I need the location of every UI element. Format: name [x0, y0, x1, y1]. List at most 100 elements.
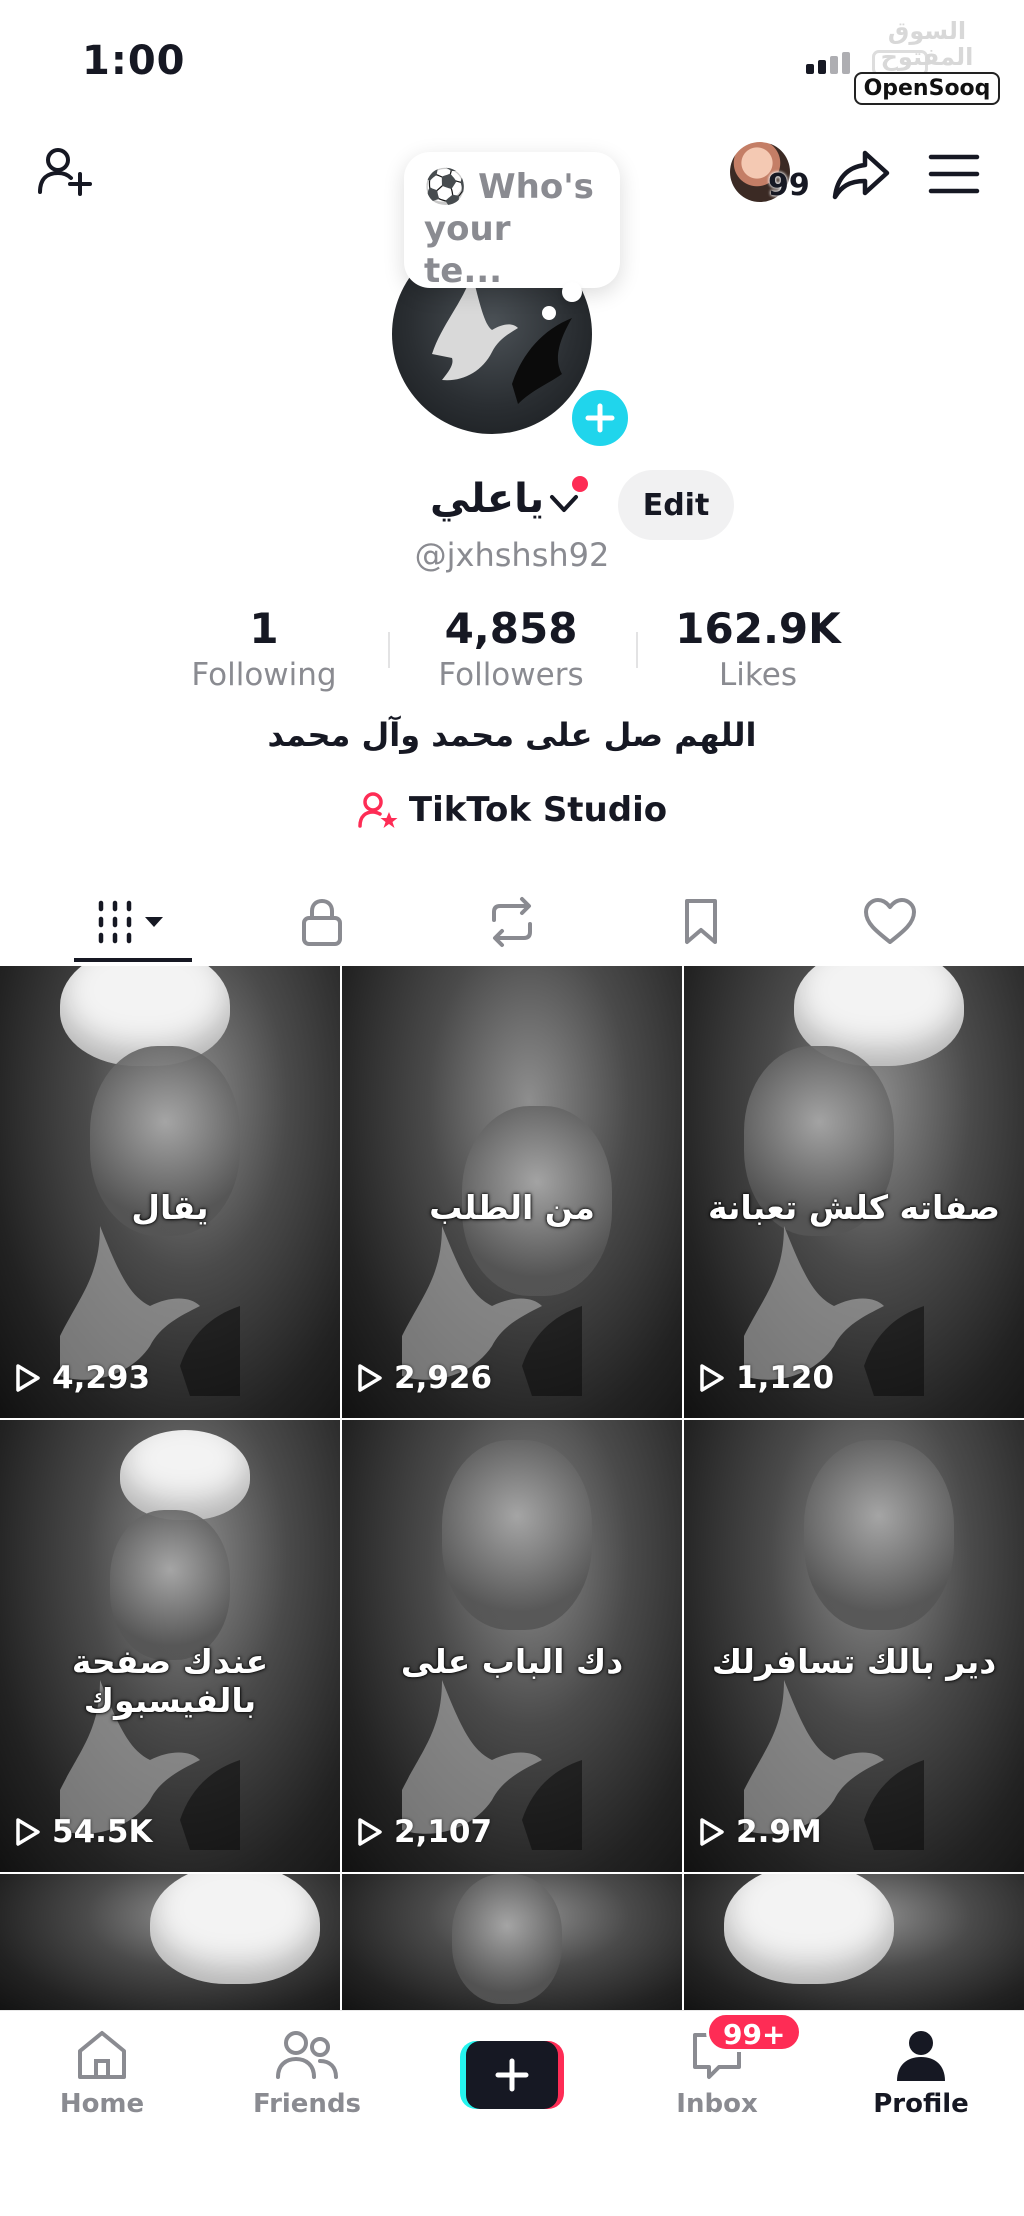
video-tile[interactable]: دك الباب على 2,107 [342, 1420, 682, 1872]
repost-icon [492, 897, 532, 947]
profile-name[interactable]: ياعلي [430, 476, 544, 522]
stat-followers-value: 4,858 [444, 604, 578, 653]
video-views: 4,293 [14, 1360, 150, 1396]
profile-tabs [0, 880, 1024, 964]
bookmark-icon [685, 899, 717, 944]
edit-profile-button[interactable]: Edit [618, 470, 734, 540]
create-button-core [466, 2041, 558, 2109]
tab-favorites[interactable] [641, 880, 761, 964]
share-button[interactable] [826, 140, 896, 210]
stat-following-label: Following [191, 657, 337, 693]
play-icon [700, 1818, 724, 1846]
thumbnail-face [452, 1874, 562, 2004]
video-caption: صفاته كلش تعبانة [707, 1188, 1000, 1227]
bottom-navigation: Home Friends Inbox Profile [0, 2010, 1024, 2216]
video-views-count: 4,293 [52, 1360, 151, 1396]
status-bubble-text: ⚽ Who's your te... [424, 167, 594, 291]
lock-icon [302, 898, 342, 946]
hamburger-icon [928, 154, 980, 194]
video-caption: من الطلب [429, 1188, 595, 1227]
nav-home-label: Home [59, 2089, 145, 2119]
stat-followers[interactable]: 4,858 Followers [411, 604, 611, 693]
plus-icon [585, 403, 615, 433]
studio-person-star-icon [358, 792, 398, 828]
stat-likes-label: Likes [719, 657, 797, 693]
thumbnail-face [442, 1440, 592, 1630]
video-caption: دك الباب على [400, 1642, 624, 1681]
nav-friends[interactable]: Friends [232, 2027, 382, 2119]
active-tab-indicator [74, 958, 192, 962]
nav-profile-label: Profile [873, 2089, 969, 2119]
video-tile[interactable]: يقال 4,293 [0, 966, 340, 1418]
profile-username: @jxhshsh92 [414, 536, 610, 574]
friends-icon [276, 2031, 338, 2079]
video-views: 2,926 [356, 1360, 492, 1396]
video-views: 54.5K [14, 1814, 153, 1850]
thumbnail-turban [150, 1874, 320, 1984]
video-tile[interactable]: صفاته كلش تعبانة 1,120 [684, 966, 1024, 1418]
video-tile[interactable]: من الطلب 2,926 [342, 966, 682, 1418]
watermark-brand: OpenSooq [853, 72, 1001, 105]
stat-followers-label: Followers [438, 657, 584, 693]
person-add-icon [38, 148, 92, 196]
stat-divider [636, 632, 638, 668]
thumbnail-turban [120, 1430, 250, 1520]
video-caption: عندك صفحة بالفيسبوك [71, 1642, 269, 1720]
nav-inbox-label: Inbox [676, 2089, 758, 2119]
video-views: 2.9M [698, 1814, 822, 1850]
tab-videos[interactable] [73, 880, 193, 964]
video-views-count: 2.9M [736, 1814, 822, 1850]
video-views: 2,107 [356, 1814, 492, 1850]
play-icon [16, 1818, 40, 1846]
tab-private[interactable] [262, 880, 382, 964]
add-friend-button[interactable] [32, 140, 96, 204]
thumbnail-face [804, 1440, 954, 1630]
thumbnail-turban [724, 1874, 894, 1984]
nav-home[interactable]: Home [27, 2027, 177, 2119]
nav-profile[interactable]: Profile [846, 2027, 996, 2119]
stat-following[interactable]: 1 Following [164, 604, 364, 693]
menu-button[interactable] [926, 146, 982, 202]
video-tile[interactable]: دير بالك تسافرلك 2.9M [684, 1420, 1024, 1872]
video-caption: يقال [131, 1188, 209, 1227]
nav-friends-label: Friends [252, 2089, 362, 2119]
watermark: السوق المفتوح OpenSooq [852, 18, 1002, 105]
create-button[interactable] [460, 2041, 564, 2109]
video-tile[interactable] [684, 1874, 1024, 2014]
tiktok-studio-link[interactable]: TikTok Studio [0, 790, 1024, 830]
status-bar: 1:00 السوق المفتوح OpenSooq [0, 0, 1024, 120]
tab-liked[interactable] [830, 880, 950, 964]
video-tile[interactable] [342, 1874, 682, 2014]
play-icon [16, 1364, 40, 1392]
thumbnail-face [110, 1510, 230, 1660]
video-grid: يقال 4,293 من الطلب 2,926 صفاته كلش تعبا… [0, 966, 1024, 2014]
profile-icon [897, 2031, 945, 2081]
heart-icon [864, 898, 916, 944]
chevron-down-icon[interactable] [546, 488, 582, 518]
video-views-count: 54.5K [52, 1814, 153, 1850]
status-bubble[interactable]: ⚽ Who's your te... [404, 152, 620, 291]
inbox-badge: 99+ [706, 2012, 803, 2052]
video-tile[interactable]: عندك صفحة بالفيسبوك 54.5K [0, 1420, 340, 1872]
home-icon [78, 2031, 126, 2079]
bubble-tail-dot [562, 282, 582, 302]
stat-likes-value: 162.9K [675, 604, 841, 653]
video-tile[interactable] [0, 1874, 340, 2014]
share-icon [832, 150, 890, 200]
plus-icon [495, 2058, 529, 2092]
watermark-arabic: السوق المفتوح [880, 17, 974, 71]
stat-likes[interactable]: 162.9K Likes [658, 604, 858, 693]
profile-bio: اللهم صل على محمد وآل محمد [267, 716, 757, 754]
video-caption: دير بالك تسافرلك [711, 1642, 997, 1681]
add-avatar-button[interactable] [566, 384, 634, 452]
notification-dot [572, 476, 588, 492]
video-views-count: 2,926 [394, 1360, 493, 1396]
video-views: 1,120 [698, 1360, 834, 1396]
visitor-count: 99 [768, 168, 810, 203]
video-views-count: 1,120 [736, 1360, 835, 1396]
stat-following-value: 1 [249, 604, 279, 653]
video-views-count: 2,107 [394, 1814, 493, 1850]
tiktok-studio-label: TikTok Studio [408, 790, 668, 830]
grid-filter-icon [98, 900, 163, 944]
tab-reposts[interactable] [452, 880, 572, 964]
